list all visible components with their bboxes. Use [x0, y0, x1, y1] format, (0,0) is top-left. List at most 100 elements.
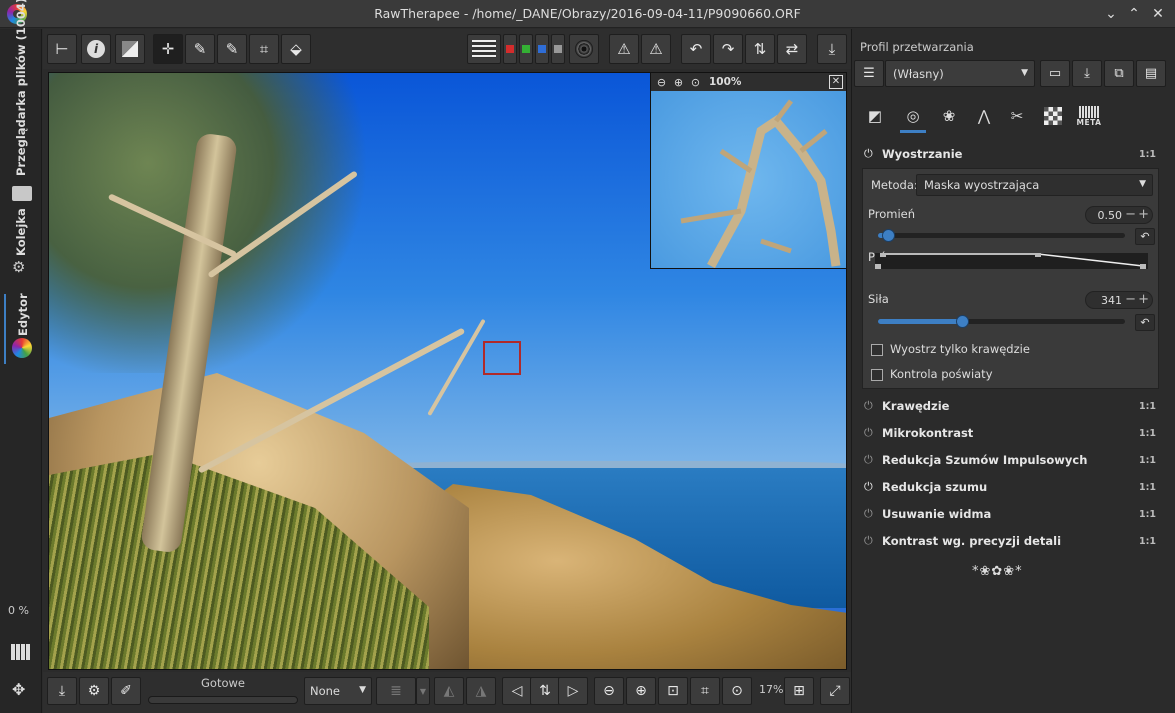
- zoom-in-button[interactable]: ⊕: [626, 677, 656, 705]
- section-defringe-header[interactable]: ⏻ Usuwanie widma 1:1: [864, 503, 1164, 525]
- focus-mask-button[interactable]: [569, 34, 599, 64]
- zoom-100-button[interactable]: ⊙: [722, 677, 752, 705]
- amount-slider-knob[interactable]: [955, 315, 969, 328]
- external-editor-button[interactable]: ✐: [111, 677, 141, 705]
- queue-button[interactable]: ⚙: [79, 677, 109, 705]
- hide-history-button[interactable]: ⊢: [47, 34, 77, 64]
- load-profile-button[interactable]: ▭: [1040, 60, 1070, 87]
- detail-selection-box[interactable]: [483, 341, 521, 375]
- previous-image-button[interactable]: ◁: [502, 677, 532, 705]
- plus-icon[interactable]: +: [1138, 292, 1149, 307]
- flip-vertical-button[interactable]: ⇄: [777, 34, 807, 64]
- copy-profile-button[interactable]: ⧉: [1104, 60, 1134, 87]
- hide-toolpanel-button[interactable]: ⤓: [817, 34, 847, 64]
- color-picker-button[interactable]: ✎: [217, 34, 247, 64]
- close-window-icon[interactable]: ✕: [1148, 4, 1168, 24]
- tab-transform[interactable]: ✂: [1002, 101, 1032, 131]
- flip-horizontal-button[interactable]: ⇅: [745, 34, 775, 64]
- fullscreen-button[interactable]: ⤢: [820, 677, 850, 705]
- threshold-curve[interactable]: [875, 253, 1148, 269]
- power-icon[interactable]: ⏻: [864, 534, 878, 548]
- sync-browser-button[interactable]: ⇅: [530, 677, 560, 705]
- rotate-left-button[interactable]: ↶: [681, 34, 711, 64]
- section-sharpening-header[interactable]: ⏻ Wyostrzanie 1:1: [864, 143, 1164, 165]
- channel-luminance-button[interactable]: [551, 34, 565, 64]
- preset-dropdown[interactable]: None ▼: [304, 677, 372, 705]
- zoom-fit-crop-button[interactable]: ⌗: [690, 677, 720, 705]
- prev-profile-button[interactable]: ◭: [434, 677, 464, 705]
- rotate-right-button[interactable]: ↷: [713, 34, 743, 64]
- channel-rgb-button[interactable]: [467, 34, 501, 64]
- piano-keys-icon[interactable]: [11, 644, 31, 660]
- crop-button[interactable]: ⌗: [249, 34, 279, 64]
- move-arrows-icon[interactable]: ✥: [12, 680, 25, 699]
- guides-dropdown-button[interactable]: ▼: [416, 677, 430, 705]
- minimize-chevron-icon[interactable]: ⌄: [1101, 4, 1121, 24]
- panel-end-ornament: *❀✿❀*: [972, 564, 1023, 579]
- tab-editor[interactable]: Edytor: [4, 293, 38, 364]
- zoom-in-icon[interactable]: ⊕: [671, 75, 686, 90]
- info-button[interactable]: i: [81, 34, 111, 64]
- section-impulse-noise-header[interactable]: ⏻ Redukcja Szumów Impulsowych 1:1: [864, 449, 1164, 471]
- power-icon[interactable]: ⏻: [864, 480, 878, 494]
- power-icon[interactable]: ⏻: [864, 426, 878, 440]
- profile-dropdown[interactable]: (Własny) ▼: [885, 60, 1035, 87]
- tab-color[interactable]: ❀: [934, 101, 964, 131]
- section-noise-reduction-header[interactable]: ⏻ Redukcja szumu 1:1: [864, 476, 1164, 498]
- scale-badge: 1:1: [1138, 427, 1156, 439]
- zoom-100-icon[interactable]: ⊙: [688, 75, 703, 90]
- tab-exposure[interactable]: ◩: [860, 101, 890, 131]
- detail-crop-image[interactable]: [651, 91, 846, 268]
- grid-guides-button[interactable]: ≣: [376, 677, 416, 705]
- tab-raw[interactable]: [1038, 101, 1068, 131]
- tab-file-browser[interactable]: Przeglądarka plików (1004): [4, 0, 38, 206]
- hand-tool-button[interactable]: ✛: [153, 34, 183, 64]
- white-balance-picker-button[interactable]: ✎: [185, 34, 215, 64]
- dropdown-arrow-icon: ▼: [1139, 179, 1146, 189]
- channel-red-button[interactable]: [503, 34, 517, 64]
- tab-detail[interactable]: ◎: [898, 101, 928, 133]
- amount-slider[interactable]: [878, 315, 1125, 328]
- shadow-clipping-button[interactable]: ⚠: [609, 34, 639, 64]
- power-icon[interactable]: ⏻: [864, 453, 878, 467]
- radius-slider[interactable]: [878, 229, 1125, 242]
- profile-list-button[interactable]: ☰: [854, 60, 884, 87]
- zoom-out-button[interactable]: ⊖: [594, 677, 624, 705]
- plus-icon[interactable]: +: [1138, 207, 1149, 222]
- method-dropdown[interactable]: Maska wyostrzająca ▼: [916, 174, 1153, 196]
- zoom-fit-button[interactable]: ⊡: [658, 677, 688, 705]
- section-contrast-detail-levels-header[interactable]: ⏻ Kontrast wg. precyzji detali 1:1: [864, 530, 1164, 552]
- edges-only-checkbox[interactable]: [871, 344, 883, 356]
- save-profile-button[interactable]: ⤓: [1072, 60, 1102, 87]
- power-icon[interactable]: ⏻: [864, 147, 878, 161]
- section-edges-header[interactable]: ⏻ Krawędzie 1:1: [864, 395, 1164, 417]
- halo-control-checkbox[interactable]: [871, 369, 883, 381]
- amount-spinbox[interactable]: 341 − +: [1085, 291, 1153, 309]
- amount-reset-button[interactable]: ↶: [1135, 314, 1155, 331]
- next-image-button[interactable]: ▷: [558, 677, 588, 705]
- channel-green-button[interactable]: [519, 34, 533, 64]
- paste-profile-button[interactable]: ▤: [1136, 60, 1166, 87]
- radius-spinbox[interactable]: 0.50 − +: [1085, 206, 1153, 224]
- minus-icon[interactable]: −: [1125, 207, 1136, 222]
- channel-blue-button[interactable]: [535, 34, 549, 64]
- section-microcontrast-header[interactable]: ⏻ Mikrokontrast 1:1: [864, 422, 1164, 444]
- tab-queue[interactable]: Kolejka ⚙: [4, 208, 38, 284]
- paste-profile-button[interactable]: ◮: [466, 677, 496, 705]
- maximize-chevron-icon[interactable]: ⌃: [1124, 4, 1144, 24]
- radius-slider-knob[interactable]: [881, 229, 895, 242]
- tab-metadata[interactable]: META: [1074, 101, 1104, 131]
- highlight-clipping-button[interactable]: ⚠: [641, 34, 671, 64]
- detail-close-icon[interactable]: ✕: [829, 75, 843, 89]
- minus-icon[interactable]: −: [1125, 292, 1136, 307]
- tab-advanced[interactable]: ⋀: [969, 101, 999, 131]
- before-after-button[interactable]: [115, 34, 145, 64]
- zoom-out-icon[interactable]: ⊖: [654, 75, 669, 90]
- radius-reset-button[interactable]: ↶: [1135, 228, 1155, 245]
- power-icon[interactable]: ⏻: [864, 507, 878, 521]
- new-detail-window-button[interactable]: ⊞: [784, 677, 814, 705]
- save-image-button[interactable]: ⤓: [47, 677, 77, 705]
- power-icon[interactable]: ⏻: [864, 399, 878, 413]
- crosshair-icon: ✛: [161, 40, 175, 58]
- straighten-button[interactable]: ⬙: [281, 34, 311, 64]
